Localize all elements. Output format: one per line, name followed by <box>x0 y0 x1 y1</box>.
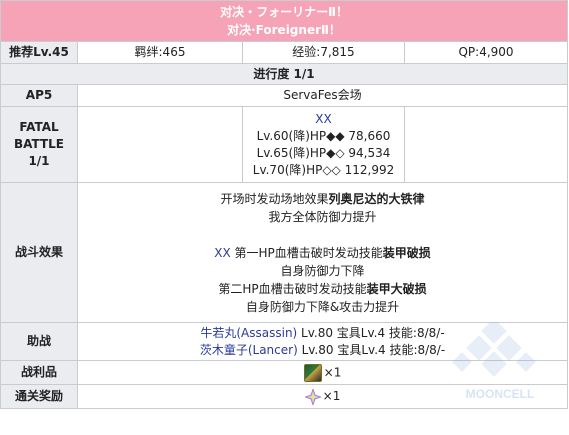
support-item-2: 茨木童子(Lancer) Lv.80 宝具Lv.4 技能:8/8/- <box>78 342 567 359</box>
quest-title: 对决・フォーリナーⅡ！ 对决·ForeignerⅡ！ <box>0 0 569 42</box>
effect-line-3: XX 第一HP血槽击破时发动技能装甲破损 <box>78 244 567 262</box>
quest-info-panel: 对决・フォーリナーⅡ！ 对决·ForeignerⅡ！ 推荐Lv.45 羁绊:46… <box>0 0 569 435</box>
quest-table: 对决・フォーリナーⅡ！ 对决·ForeignerⅡ！ 推荐Lv.45 羁绊:46… <box>0 0 569 409</box>
enemy-hp-2: Lv.65(降)HP◆◇ 94,534 <box>256 145 391 160</box>
support-detail-2: Lv.80 宝具Lv.4 技能:8/8/- <box>297 342 446 357</box>
reward-label: 通关奖励 <box>0 384 78 409</box>
skill-armor-break: 装甲破损 <box>382 245 431 260</box>
support-item-1: 牛若丸(Assassin) Lv.80 宝具Lv.4 技能:8/8/- <box>78 325 567 342</box>
support-servant-link-1[interactable]: 牛若丸(Assassin) <box>200 326 297 340</box>
bond-value: 羁绊:465 <box>77 41 243 64</box>
effects-label: 战斗效果 <box>0 182 78 323</box>
progress-header: 进行度 1/1 <box>0 63 569 85</box>
effect-line-2: 我方全体防御力提升 <box>268 209 377 224</box>
effect-1-text: 开场时发动场地效果 <box>220 191 329 206</box>
skill-armor-heavy-break: 装甲大破损 <box>366 281 427 296</box>
support-detail-1: Lv.80 宝具Lv.4 技能:8/8/- <box>297 325 445 340</box>
effects-cell: 开场时发动场地效果列奥尼达的大铁律 我方全体防御力提升 XX 第一HP血槽击破时… <box>76 182 569 323</box>
support-servant-link-2[interactable]: 茨木童子(Lancer) <box>200 343 298 357</box>
enemy-name-link[interactable]: XX <box>243 111 404 128</box>
loot-label: 战利品 <box>0 360 78 385</box>
effect-line-1: 开场时发动场地效果列奥尼达的大铁律 <box>78 190 567 208</box>
loot-count: ×1 <box>323 365 342 379</box>
recommended-level: 推荐Lv.45 <box>0 41 78 64</box>
support-label: 助战 <box>0 322 78 361</box>
battle-label-line1: FATAL <box>19 120 59 134</box>
effect-5-text: 第二HP血槽击破时发动技能 <box>218 281 367 296</box>
reward-cell: ×1 <box>76 384 569 409</box>
enemy-hp-1: Lv.60(降)HP◆◆ 78,660 <box>256 128 391 143</box>
battle-spacer-left <box>77 106 243 183</box>
battle-spacer-right <box>404 106 569 183</box>
loot-cell: ×1 <box>76 360 569 385</box>
quest-title-jp: 对决・フォーリナーⅡ！ <box>220 5 348 19</box>
effect-3-text: 第一HP血槽击破时发动技能 <box>230 245 383 260</box>
effect-line-5: 第二HP血槽击破时发动技能装甲大破损 <box>78 280 567 298</box>
effect-line-6: 自身防御力下降&攻击力提升 <box>245 299 400 314</box>
effect-enemy-link[interactable]: XX <box>214 246 230 260</box>
battle-label-line3: 1/1 <box>28 154 50 168</box>
field-effect-name: 列奥尼达的大铁律 <box>328 191 425 206</box>
saint-quartz-icon[interactable] <box>303 387 322 406</box>
enemy-cell: XX Lv.60(降)HP◆◆ 78,660 Lv.65(降)HP◆◇ 94,5… <box>242 106 405 183</box>
exp-value: 经验:7,815 <box>242 41 405 64</box>
support-cell: 牛若丸(Assassin) Lv.80 宝具Lv.4 技能:8/8/- 茨木童子… <box>76 322 569 361</box>
effect-blank <box>78 226 567 244</box>
enemy-hp-3: Lv.70(降)HP◇◇ 112,992 <box>252 162 395 177</box>
quartz-shape <box>303 387 322 406</box>
quest-title-cn: 对决·ForeignerⅡ！ <box>227 23 341 37</box>
item-icon[interactable] <box>303 363 322 382</box>
reward-count: ×1 <box>322 389 341 403</box>
battle-label: FATAL BATTLE 1/1 <box>0 106 78 183</box>
qp-value: QP:4,900 <box>403 41 569 64</box>
effect-line-4: 自身防御力下降 <box>280 263 365 278</box>
ap-cost: AP5 <box>0 84 78 107</box>
location: ServaFes会场 <box>76 84 569 107</box>
battle-label-line2: BATTLE <box>14 137 64 151</box>
